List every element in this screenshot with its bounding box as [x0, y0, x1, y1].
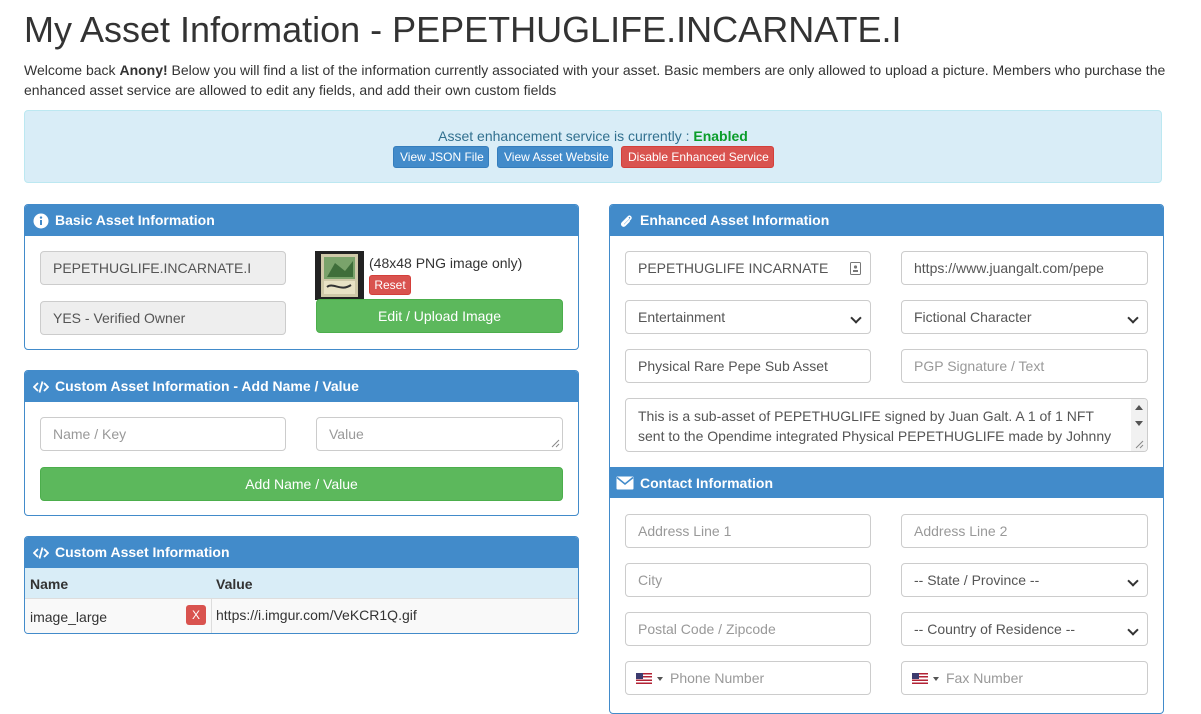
address-line-2-input[interactable]: Address Line 2 — [901, 514, 1148, 548]
subcategory-select[interactable]: Fictional Character — [901, 300, 1148, 334]
view-json-button[interactable]: View JSON File — [393, 146, 489, 168]
info-icon — [33, 213, 49, 228]
add-name-value-button[interactable]: Add Name / Value — [40, 467, 563, 501]
code-icon — [33, 380, 49, 393]
value-textarea[interactable]: Value — [316, 417, 563, 451]
row-value: https://i.imgur.com/VeKCR1Q.gif — [216, 607, 417, 623]
reset-image-button[interactable]: Reset — [369, 275, 411, 295]
custom-list-panel: Custom Asset Information Name Value imag… — [24, 536, 579, 634]
display-name-input[interactable]: PEPETHUGLIFE INCARNATE — [625, 251, 871, 285]
contact-header: Contact Information — [610, 467, 1163, 498]
column-header-name: Name — [30, 576, 69, 592]
description-textarea[interactable]: This is a sub-asset of PEPETHUGLIFE sign… — [625, 398, 1148, 452]
column-header-value: Value — [216, 576, 253, 592]
custom-list-header: Custom Asset Information — [25, 537, 578, 568]
category-select[interactable]: Entertainment — [625, 300, 871, 334]
enhanced-asset-panel: Enhanced Asset Information PEPETHUGLIFE … — [609, 204, 1164, 714]
contact-card-icon — [850, 262, 861, 275]
status-label: Asset enhancement service is currently : — [438, 128, 694, 144]
fax-number-input[interactable]: Fax Number — [901, 661, 1148, 695]
custom-add-header: Custom Asset Information - Add Name / Va… — [25, 371, 578, 402]
paperclip-icon — [620, 215, 632, 227]
code-icon — [33, 546, 49, 559]
table-header: Name Value — [25, 568, 578, 598]
phone-number-input[interactable]: Phone Number — [625, 661, 871, 695]
short-description-input[interactable]: Physical Rare Pepe Sub Asset — [625, 349, 871, 383]
owner-status-field: YES - Verified Owner — [40, 301, 286, 335]
postal-code-input[interactable]: Postal Code / Zipcode — [625, 612, 871, 646]
address-line-1-input[interactable]: Address Line 1 — [625, 514, 871, 548]
name-key-input[interactable]: Name / Key — [40, 417, 286, 451]
chevron-down-icon — [657, 677, 663, 681]
pgp-signature-input[interactable]: PGP Signature / Text — [901, 349, 1148, 383]
custom-add-panel: Custom Asset Information - Add Name / Va… — [24, 370, 579, 516]
delete-row-button[interactable]: X — [186, 605, 206, 625]
view-asset-website-button[interactable]: View Asset Website — [497, 146, 613, 168]
disable-enhanced-service-button[interactable]: Disable Enhanced Service — [621, 146, 774, 168]
resize-handle-icon[interactable] — [551, 439, 560, 448]
basic-asset-panel: Basic Asset Information PEPETHUGLIFE.INC… — [24, 204, 579, 350]
image-size-hint: (48x48 PNG image only) — [369, 255, 523, 271]
asset-name-field: PEPETHUGLIFE.INCARNATE.I — [40, 251, 286, 285]
table-row: image_large X https://i.imgur.com/VeKCR1… — [25, 598, 578, 633]
page-title: My Asset Information - PEPETHUGLIFE.INCA… — [24, 9, 902, 50]
enhanced-asset-header: Enhanced Asset Information — [610, 205, 1163, 236]
city-input[interactable]: City — [625, 563, 871, 597]
country-select[interactable]: -- Country of Residence -- — [901, 612, 1148, 646]
chevron-down-icon — [933, 677, 939, 681]
intro-text: Welcome back Anony! Below you will find … — [24, 62, 1166, 98]
status-value: Enabled — [693, 128, 748, 144]
basic-asset-header: Basic Asset Information — [25, 205, 578, 236]
us-flag-icon[interactable] — [636, 673, 652, 684]
envelope-icon — [616, 476, 634, 489]
asset-thumbnail-image — [315, 251, 364, 300]
edit-upload-image-button[interactable]: Edit / Upload Image — [316, 299, 563, 333]
description-scrollbar[interactable] — [1131, 399, 1147, 451]
row-name: image_large — [30, 609, 108, 625]
us-flag-icon[interactable] — [912, 673, 928, 684]
website-input[interactable]: https://www.juangalt.com/pepe — [901, 251, 1148, 285]
state-province-select[interactable]: -- State / Province -- — [901, 563, 1148, 597]
